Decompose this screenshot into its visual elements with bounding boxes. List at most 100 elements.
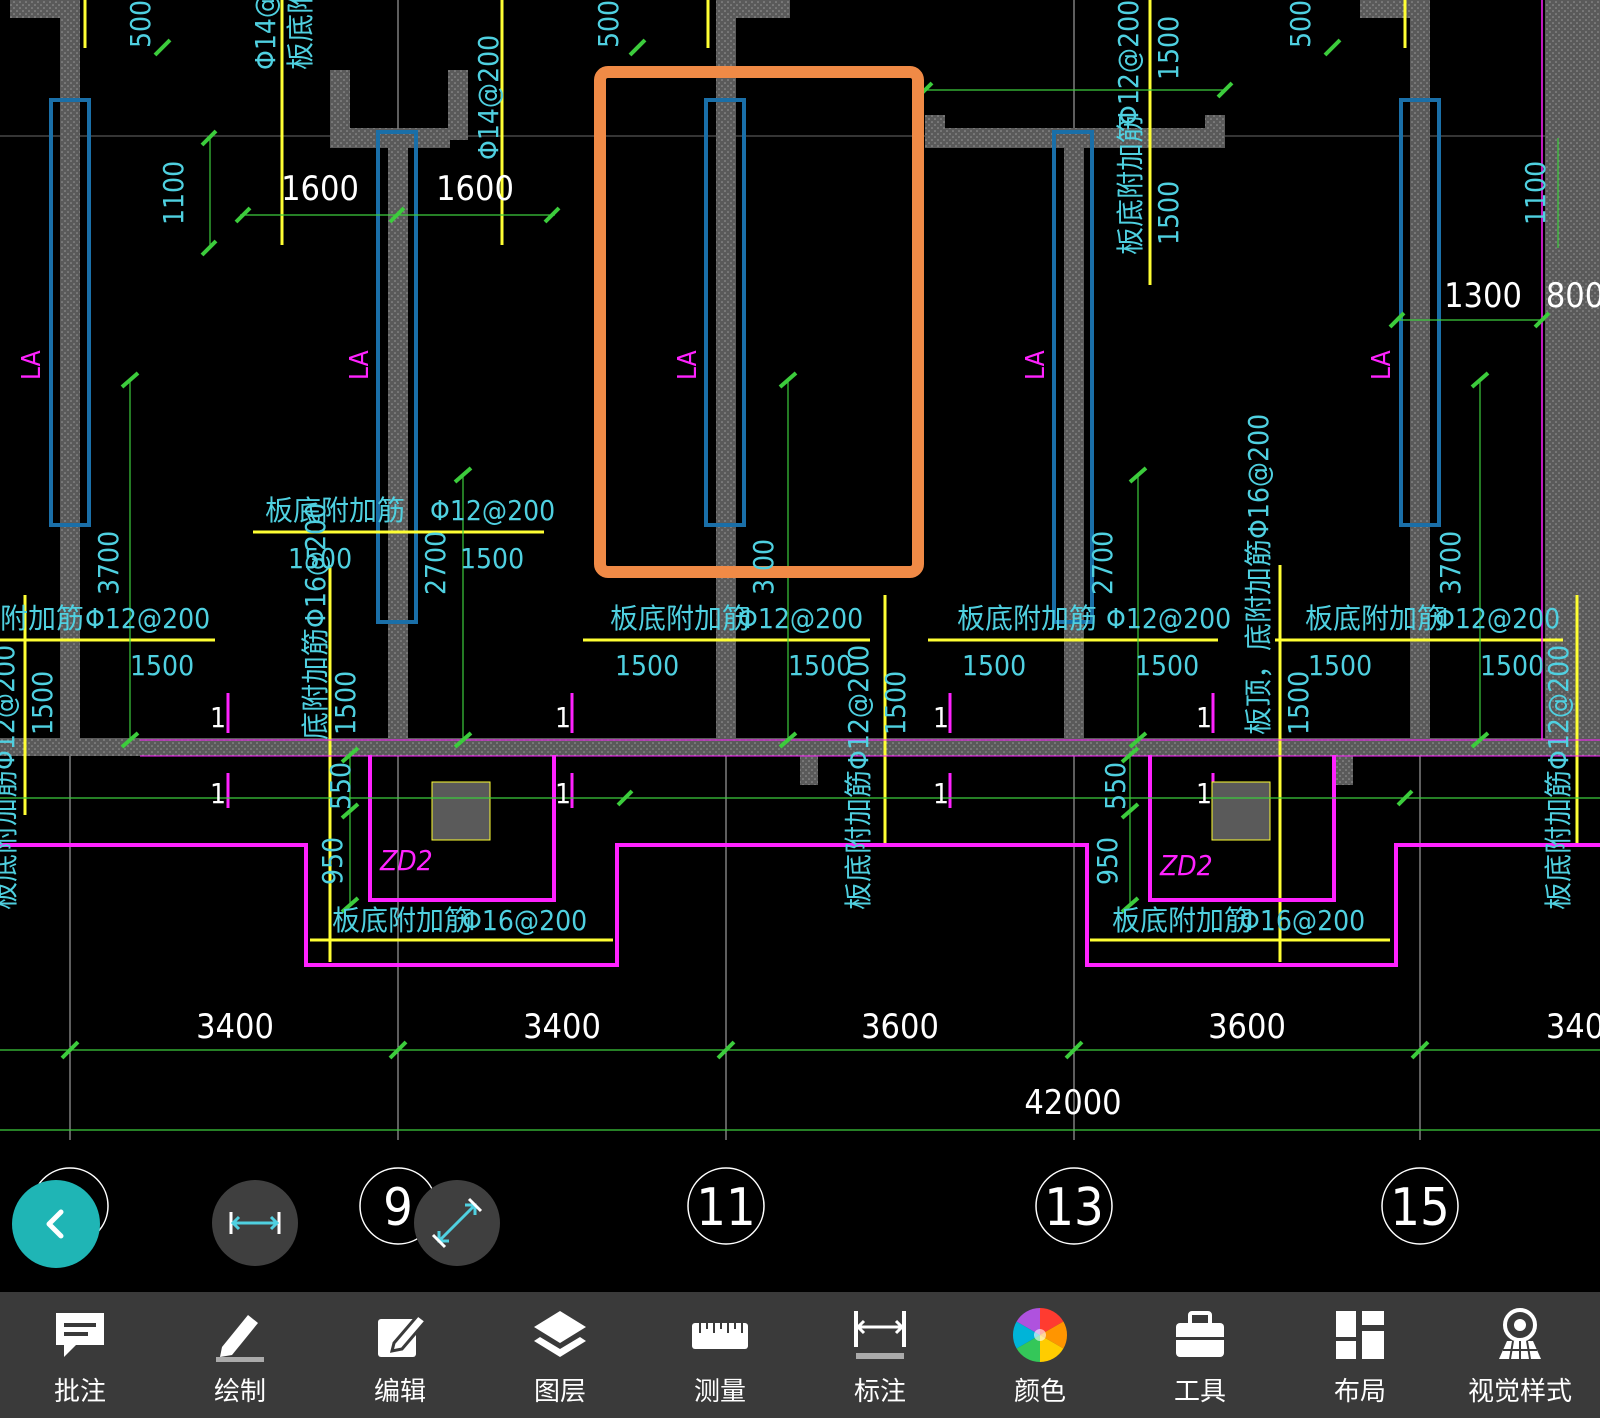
diagonal-dimension-icon: [431, 1197, 483, 1249]
rebar-spec-vertical: Φ14@200: [249, 0, 282, 70]
dim-340: 340: [1546, 1007, 1600, 1047]
dim-1500: 1500: [1282, 671, 1315, 735]
selection-highlight[interactable]: [594, 66, 924, 578]
ruler-icon: [688, 1303, 752, 1367]
tool-label: 批注: [53, 1376, 106, 1407]
pen-icon: [208, 1303, 272, 1367]
section-mark-label: 1: [555, 777, 571, 810]
tool-layout[interactable]: 布局: [1295, 1300, 1425, 1410]
dim-3700: 3700: [92, 531, 125, 595]
tool-measure[interactable]: 测量: [655, 1300, 785, 1410]
rebar-spec: Φ12@200: [1435, 602, 1560, 635]
horizontal-dimension-icon: [229, 1212, 281, 1234]
dim-550: 550: [324, 762, 357, 810]
rebar-spec: Φ12@200: [738, 602, 863, 635]
dim-3700: 3700: [1434, 531, 1467, 595]
dim-1600-b: 1600: [436, 169, 514, 209]
dim-500: 500: [592, 0, 625, 48]
rebar-spec: Φ12@200: [85, 602, 210, 635]
pit-block: [431, 781, 491, 841]
pit-block: [1211, 781, 1271, 841]
dim-950: 950: [316, 837, 349, 885]
layout-icon: [1328, 1303, 1392, 1367]
rebar-length: 1500: [1308, 649, 1372, 682]
rebar-spec: Φ16@200: [1240, 904, 1365, 937]
edit-icon: [368, 1303, 432, 1367]
axis-label-13: 13: [1044, 1178, 1104, 1238]
rebar-length: 1500: [1480, 649, 1544, 682]
dim-3400-b: 3400: [523, 1007, 601, 1047]
note-vertical: 板底附加筋Φ12@200: [1542, 645, 1575, 910]
tool-label: 测量: [693, 1376, 746, 1407]
dim-3400-a: 3400: [196, 1007, 274, 1047]
rebar-length: 1500: [460, 542, 524, 575]
rebar-length: 1500: [615, 649, 679, 682]
tool-label: 颜色: [1013, 1376, 1066, 1407]
back-button[interactable]: [12, 1180, 100, 1268]
tool-comment[interactable]: 批注: [15, 1300, 145, 1410]
tool-draw[interactable]: 绘制: [175, 1300, 305, 1410]
dim-1100: 1100: [157, 161, 190, 225]
tool-edit[interactable]: 编辑: [335, 1300, 465, 1410]
dim-1500: 1500: [1152, 16, 1185, 80]
wall-tag: LA: [673, 350, 703, 380]
cad-drawing-canvas[interactable]: 3400 3400 3600 3600 340 42000 1600 1600 …: [0, 0, 1600, 1292]
aligned-measure-button[interactable]: [414, 1180, 500, 1266]
tool-color[interactable]: 颜色: [975, 1300, 1105, 1410]
tool-layers[interactable]: 图层: [495, 1300, 625, 1410]
axis-label-group: 9 11 13 15: [383, 1178, 1450, 1238]
dim-1500: 1500: [329, 671, 362, 735]
tool-label: 编辑: [373, 1376, 426, 1407]
dim-500: 500: [1284, 0, 1317, 48]
rebar-label: 板底附加筋: [332, 904, 472, 937]
pit-tag: ZD2: [379, 844, 433, 877]
axis-label-15: 15: [1390, 1178, 1450, 1238]
note-vertical: 板底附加筋Φ12@200: [0, 645, 21, 910]
rebar-label: 板底附加筋: [610, 602, 750, 635]
comment-icon: [48, 1303, 112, 1367]
tool-label: 标注: [853, 1376, 906, 1407]
rebar-label: 板底附加筋: [1305, 602, 1445, 635]
section-mark-label: 1: [210, 777, 226, 810]
dim-3-00: 3 00: [747, 539, 780, 595]
rebar-spec: Φ16@200: [462, 904, 587, 937]
rebar-label-vertical: 板底附: [284, 0, 317, 70]
section-mark-label: 1: [1196, 777, 1212, 810]
axis-label-11: 11: [696, 1178, 756, 1238]
tool-label: 视觉样式: [1467, 1376, 1572, 1407]
horizontal-measure-button[interactable]: [212, 1180, 298, 1266]
visual-style-icon: [1488, 1303, 1552, 1367]
note-vertical: 底附加筋Φ16@200: [299, 503, 332, 740]
section-mark-label: 1: [933, 777, 949, 810]
dim-500: 500: [124, 0, 157, 48]
dim-1500: 1500: [1152, 181, 1185, 245]
rebar-label-vertical: 板底附加筋: [1114, 115, 1147, 255]
rebar-spec: Φ12@200: [1106, 602, 1231, 635]
tool-visual-style[interactable]: 视觉样式: [1455, 1300, 1585, 1410]
dim-1500: 1500: [26, 671, 59, 735]
rebar-annotations: 板底附加筋 Φ12@200 1500 1500 附加筋 Φ12@200 1500…: [0, 494, 1560, 937]
section-mark-label: 1: [555, 701, 571, 734]
dim-1600-a: 1600: [281, 169, 359, 209]
dim-total: 42000: [1024, 1083, 1121, 1123]
section-mark-label: 1: [210, 701, 226, 734]
rebar-length: 1500: [130, 649, 194, 682]
wall-tag: LA: [345, 350, 375, 380]
layers-icon: [528, 1303, 592, 1367]
rebar-label: 板底附加筋: [265, 494, 405, 527]
dim-1100: 1100: [1519, 161, 1552, 225]
rebar-label: 板底附加筋: [957, 602, 1097, 635]
dim-2700: 2700: [1086, 531, 1119, 595]
toolbox-icon: [1168, 1303, 1232, 1367]
rebar-spec-vertical: Φ14@200: [472, 35, 505, 160]
dim-950: 950: [1091, 837, 1124, 885]
dim-3600-b: 3600: [1208, 1007, 1286, 1047]
tool-tools[interactable]: 工具: [1135, 1300, 1265, 1410]
rebar-label: 板底附加筋: [1112, 904, 1252, 937]
wall-tag: LA: [17, 350, 47, 380]
tool-label: 绘制: [213, 1376, 266, 1407]
tool-annotate[interactable]: 标注: [815, 1300, 945, 1410]
tool-label: 图层: [533, 1376, 586, 1407]
dim-1300: 1300: [1444, 276, 1522, 316]
column-outlines: [49, 98, 1441, 624]
